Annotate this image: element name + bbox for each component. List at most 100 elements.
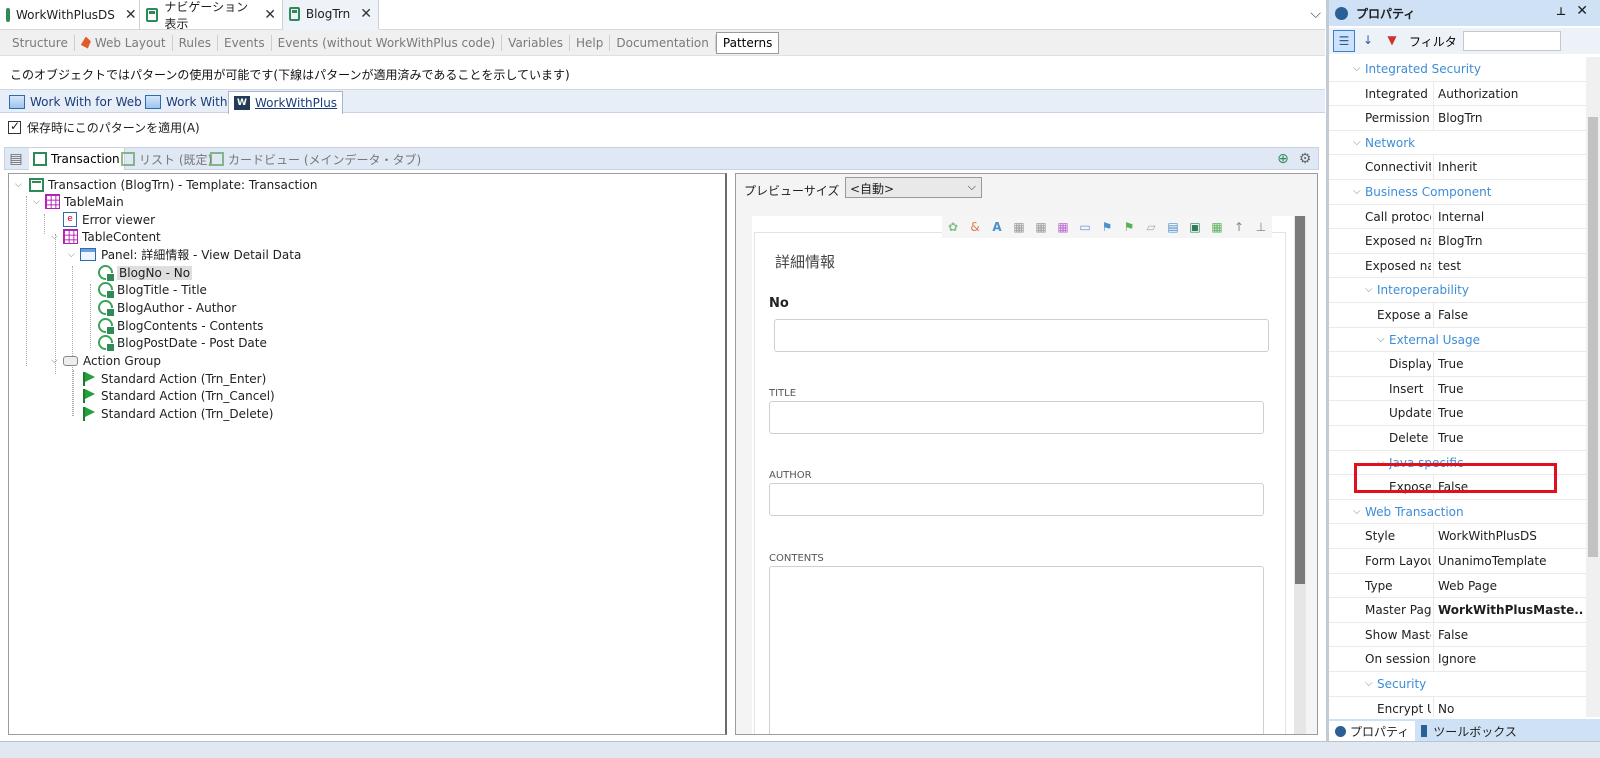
property-row[interactable]: Form LayoutUnanimoTemplate (1329, 549, 1586, 574)
property-category[interactable]: ⌵ Web Transaction (1329, 500, 1586, 525)
tree-node-transaction[interactable]: ⌵ Transaction (BlogTrn) - Template: Tran… (15, 176, 317, 193)
preview-size-select[interactable]: <自動> ⌵ (845, 177, 982, 198)
property-value[interactable]: False (1433, 622, 1583, 647)
move-up-icon[interactable]: ↑ (1228, 220, 1250, 234)
flag-icon[interactable]: ⚑ (1096, 220, 1118, 234)
property-row[interactable]: Encrypt UINo (1329, 696, 1586, 717)
table-add-icon[interactable]: ▦ (1206, 220, 1228, 234)
property-value[interactable]: False (1433, 303, 1583, 327)
tab-rules[interactable]: Rules (173, 34, 218, 51)
property-row[interactable]: Show MasterFalse (1329, 622, 1586, 648)
property-row[interactable]: Permission PBlogTrn (1329, 106, 1586, 131)
property-category[interactable]: ⌵ Interoperability (1329, 278, 1586, 303)
gear-icon[interactable]: ⚙ (1297, 151, 1313, 167)
tab-toolbox[interactable]: ツールボックス (1415, 721, 1523, 741)
tab-card-view[interactable]: カードビュー (メインデータ・タブ) (206, 148, 425, 170)
property-value[interactable]: True (1433, 401, 1583, 426)
collapse-icon[interactable]: ⌵ (1353, 57, 1361, 81)
property-value[interactable]: Web Page (1433, 573, 1583, 598)
grid-view-icon[interactable]: ▤ (1162, 220, 1184, 234)
property-value[interactable]: True (1433, 352, 1583, 377)
collapse-icon[interactable]: ⌵ (1377, 328, 1385, 352)
field-input-title[interactable] (769, 401, 1264, 434)
scrollbar-thumb[interactable] (1588, 117, 1598, 557)
action-group-icon[interactable]: ▱ (1140, 220, 1162, 234)
textblock-icon[interactable]: A (986, 220, 1008, 234)
pattern-tab-work-with[interactable]: Work With (140, 91, 232, 113)
property-category[interactable]: ⌵ Security (1329, 672, 1586, 697)
doc-tab-workwithplusds[interactable]: WorkWithPlusDS ✕ (0, 0, 140, 30)
close-icon[interactable]: ✕ (360, 6, 372, 22)
apply-on-save-row[interactable]: 保存時にこのパターンを適用(A) (8, 119, 200, 136)
property-category[interactable]: ⌵ Network (1329, 131, 1586, 156)
property-row[interactable]: Display True (1329, 352, 1586, 377)
property-row[interactable]: Style WorkWithPlusDS (1329, 524, 1586, 549)
collapse-icon[interactable]: ⌵ (33, 197, 40, 207)
property-row[interactable]: Type Web Page (1329, 573, 1586, 599)
collapse-icon[interactable]: ⌵ (1365, 278, 1373, 302)
close-icon[interactable]: ✕ (264, 7, 276, 23)
property-row[interactable]: Call protocolInternal (1329, 204, 1586, 230)
collapse-icon[interactable]: ⌵ (15, 180, 22, 190)
tab-web-layout[interactable]: Web Layout (75, 34, 173, 51)
variable-icon[interactable]: & (964, 220, 986, 234)
tab-transaction[interactable]: Transaction (29, 148, 125, 170)
pattern-tab-workwithplus[interactable]: W WorkWithPlus (228, 91, 344, 114)
attribute-icon[interactable]: ✿ (942, 220, 964, 234)
property-row[interactable]: Integrated SeAuthorization (1329, 81, 1586, 107)
tab-help[interactable]: Help (570, 34, 611, 51)
tab-icon[interactable]: ▣ (1184, 220, 1206, 234)
tab-events[interactable]: Events (218, 34, 272, 51)
property-row[interactable]: On session tiIgnore (1329, 647, 1586, 672)
filter-icon[interactable]: ▼ (1381, 30, 1403, 52)
tree-node-tablecontent[interactable]: ⌵ TableContent (51, 228, 161, 245)
tree-node-attribute[interactable]: BlogContents - Contents (98, 317, 263, 335)
categorized-icon[interactable]: ☰ (1333, 30, 1355, 52)
tree-node-action[interactable]: Standard Action (Trn_Enter) (82, 370, 266, 387)
property-value[interactable]: test (1433, 253, 1583, 278)
tree-node-action[interactable]: Standard Action (Trn_Cancel) (82, 387, 275, 404)
tree-node-panel[interactable]: ⌵ Panel: 詳細情報 - View Detail Data (68, 246, 301, 263)
doc-tab-navigation[interactable]: ナビゲーション表示 ✕ (140, 0, 283, 31)
tree-node-tablemain[interactable]: ⌵ TableMain (33, 193, 124, 210)
property-category[interactable]: ⌵ External Usage (1329, 328, 1586, 353)
responsive-table-icon[interactable]: ▦ (1052, 220, 1074, 234)
action-flag-icon[interactable]: ⚑ (1118, 220, 1140, 234)
pin-icon[interactable]: ⊥ (1556, 5, 1566, 18)
tab-variables[interactable]: Variables (502, 34, 571, 51)
property-value[interactable]: Inherit (1433, 155, 1583, 180)
field-input-contents[interactable] (769, 566, 1264, 734)
property-value[interactable]: No (1433, 696, 1583, 717)
property-row[interactable]: Exposed nantest (1329, 253, 1586, 279)
tree-node-attribute[interactable]: BlogNo - No (98, 264, 193, 282)
property-value[interactable]: UnanimoTemplate (1433, 549, 1583, 573)
collapse-icon[interactable]: ⌵ (51, 356, 58, 366)
property-value[interactable]: Internal (1433, 204, 1583, 229)
doc-tab-blogtrn[interactable]: BlogTrn ✕ (283, 0, 379, 30)
property-row[interactable]: Expose asFalse (1329, 303, 1586, 328)
property-row[interactable]: Master PageWorkWithPlusMaste... (1329, 598, 1586, 623)
property-row[interactable]: Delete True (1329, 426, 1586, 451)
pattern-tab-work-with-for-web[interactable]: Work With for Web (4, 91, 147, 113)
tab-patterns[interactable]: Patterns (715, 31, 780, 54)
close-icon[interactable]: ✕ (125, 7, 137, 23)
tab-properties[interactable]: プロパティ (1329, 721, 1416, 741)
property-row[interactable]: Exposed nanBlogTrn (1329, 229, 1586, 254)
tree-node-attribute[interactable]: BlogPostDate - Post Date (98, 334, 267, 352)
table-icon[interactable]: ▦ (1008, 220, 1030, 234)
add-instance-icon[interactable]: ⊕ (1275, 151, 1291, 167)
property-row[interactable]: Update True (1329, 401, 1586, 426)
properties-sheet-icon[interactable]: ▤ (8, 151, 24, 167)
tab-documentation[interactable]: Documentation (610, 34, 716, 51)
property-row[interactable]: ConnectivityInherit (1329, 155, 1586, 180)
field-input-author[interactable] (769, 483, 1264, 516)
property-value[interactable]: BlogTrn (1433, 229, 1583, 254)
scrollbar-thumb[interactable] (1295, 216, 1305, 584)
collapse-icon[interactable]: ⌵ (51, 232, 58, 242)
filter-input[interactable] (1462, 31, 1561, 51)
tree-node-attribute[interactable]: BlogAuthor - Author (98, 299, 236, 317)
tree-node-action[interactable]: Standard Action (Trn_Delete) (82, 405, 274, 422)
pin-icon[interactable]: ⊥ (1250, 220, 1272, 234)
property-category[interactable]: ⌵ Business Component (1329, 180, 1586, 205)
property-category[interactable]: ⌵ Integrated Security (1329, 57, 1586, 82)
